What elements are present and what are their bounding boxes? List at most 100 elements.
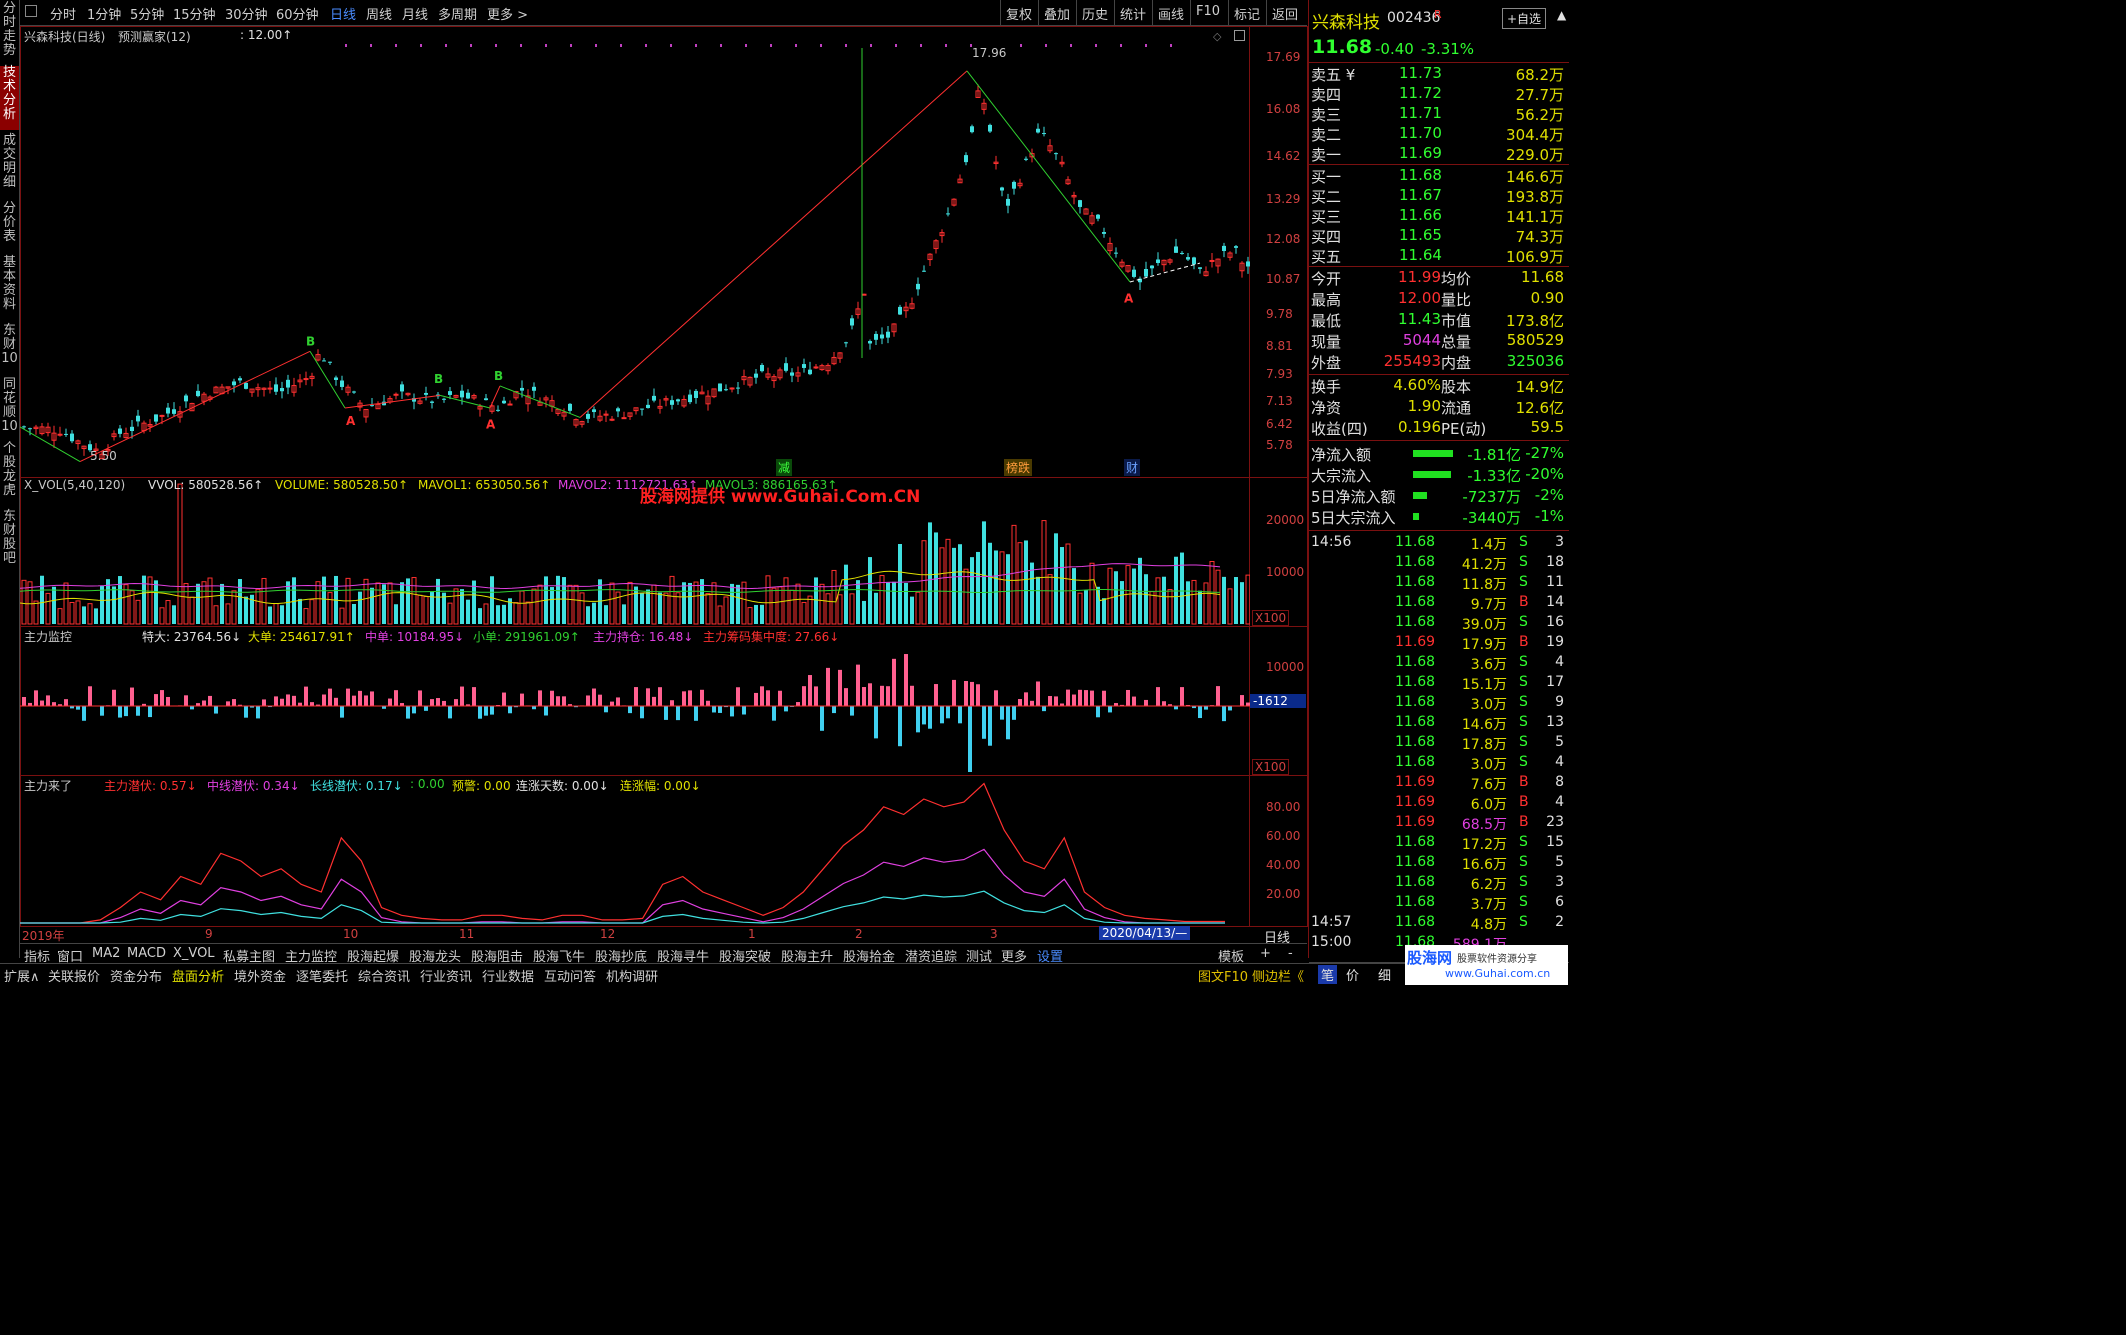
volume-bar bbox=[970, 557, 974, 624]
tab-trade-detail[interactable]: 成交明细 bbox=[0, 134, 19, 198]
volume-bar bbox=[682, 582, 686, 624]
tab-price-table[interactable]: 分价表 bbox=[0, 202, 19, 252]
tab-intraday[interactable]: 分时走势 bbox=[0, 2, 19, 62]
stat-label: 现量 bbox=[1311, 333, 1342, 351]
tab-ma2[interactable]: MA2 bbox=[92, 946, 120, 961]
ask-volume: 56.2万 bbox=[1515, 106, 1564, 124]
layout-icon[interactable] bbox=[25, 5, 37, 17]
mf-bar bbox=[1204, 706, 1208, 710]
period-more[interactable]: 更多 > bbox=[487, 4, 528, 23]
volume-bar bbox=[201, 581, 207, 625]
industry-news-tab[interactable]: 行业资讯 bbox=[420, 966, 472, 985]
mf-bar bbox=[1012, 706, 1016, 720]
candle-body bbox=[790, 372, 794, 376]
volume-bar bbox=[723, 596, 729, 625]
period-weekly[interactable]: 周线 bbox=[366, 4, 392, 23]
ask-row[interactable]: 卖一 11.69 229.0万 bbox=[1309, 144, 1569, 164]
stats-button[interactable]: 统计 bbox=[1114, 0, 1151, 26]
period-daily[interactable]: 日线 bbox=[330, 4, 356, 23]
overlay-button[interactable]: 叠加 bbox=[1038, 0, 1075, 26]
back-button[interactable]: 返回 bbox=[1266, 0, 1303, 26]
tick-row: 11.68 11.8万 S 11 bbox=[1309, 574, 1569, 594]
tab-technical[interactable]: 技术分析 bbox=[0, 66, 19, 130]
bid-row[interactable]: 买二 11.67 193.8万 bbox=[1309, 186, 1569, 206]
bid-row[interactable]: 买三 11.66 141.1万 bbox=[1309, 206, 1569, 226]
volume-bar bbox=[375, 582, 381, 625]
period-fenshi[interactable]: 分时 bbox=[50, 4, 76, 23]
tick-side: S bbox=[1519, 654, 1528, 670]
period-multi[interactable]: 多周期 bbox=[438, 4, 477, 23]
tick-count: 14 bbox=[1546, 594, 1564, 610]
price-tab[interactable]: 价 bbox=[1346, 965, 1359, 984]
related-quote-tab[interactable]: 关联报价 bbox=[48, 966, 100, 985]
fuquan-button[interactable]: 复权 bbox=[1000, 0, 1037, 26]
remove-button[interactable]: - bbox=[1288, 946, 1293, 961]
ask-row[interactable]: 卖五 ¥ 11.73 68.2万 bbox=[1309, 64, 1569, 84]
volume-bar bbox=[268, 606, 272, 624]
period-15min[interactable]: 15分钟 bbox=[173, 4, 216, 23]
mf-bar bbox=[796, 702, 800, 706]
tab-dragon-tiger[interactable]: 个股龙虎 bbox=[0, 442, 19, 506]
candle-body bbox=[70, 433, 74, 442]
institution-tab[interactable]: 机构调研 bbox=[606, 966, 658, 985]
history-button[interactable]: 历史 bbox=[1076, 0, 1113, 26]
tab-ths10[interactable]: 同花顺10 bbox=[0, 378, 19, 438]
bid-row[interactable]: 买一 11.68 146.6万 bbox=[1309, 166, 1569, 186]
detail-tab[interactable]: 细 bbox=[1378, 965, 1391, 984]
bid-level: 买四 bbox=[1311, 228, 1342, 246]
candle-body bbox=[718, 383, 722, 392]
tick-row: 11.69 6.0万 B 4 bbox=[1309, 794, 1569, 814]
event-billboard-label[interactable]: 榜跌 bbox=[1004, 459, 1033, 476]
tab-eastmoney10[interactable]: 东财10 bbox=[0, 324, 19, 374]
f10-button[interactable]: F10 bbox=[1190, 0, 1225, 26]
mf-bar bbox=[1126, 689, 1130, 706]
market-analysis-tab[interactable]: 盘面分析 bbox=[172, 966, 224, 985]
period-60min[interactable]: 60分钟 bbox=[276, 4, 319, 23]
industry-data-tab[interactable]: 行业数据 bbox=[482, 966, 534, 985]
period-1min[interactable]: 1分钟 bbox=[87, 4, 121, 23]
event-finance-label[interactable]: 财 bbox=[1124, 459, 1141, 476]
f10-text-tab[interactable]: 图文F10 bbox=[1198, 966, 1248, 985]
lai-indicator-name[interactable]: 主力来了 bbox=[24, 777, 72, 794]
mf-bar bbox=[772, 706, 776, 721]
main-force-indicator-name[interactable]: 主力监控 bbox=[24, 628, 72, 645]
sidebar-toggle[interactable]: 侧边栏《 bbox=[1252, 966, 1304, 985]
tick-tab[interactable]: 笔 bbox=[1318, 965, 1338, 984]
tab-basic-info[interactable]: 基本资料 bbox=[0, 256, 19, 320]
mf-bar bbox=[1000, 706, 1004, 720]
mf-bar bbox=[292, 695, 296, 706]
mark-button[interactable]: 标记 bbox=[1228, 0, 1265, 26]
stat-value: 580529 bbox=[1506, 331, 1564, 349]
fund-distribution-tab[interactable]: 资金分布 bbox=[110, 966, 162, 985]
ask-row[interactable]: 卖四 11.72 27.7万 bbox=[1309, 84, 1569, 104]
qa-tab[interactable]: 互动问答 bbox=[544, 966, 596, 985]
mf-bar bbox=[214, 706, 218, 714]
ask-row[interactable]: 卖二 11.70 304.4万 bbox=[1309, 124, 1569, 144]
period-5min[interactable]: 5分钟 bbox=[130, 4, 164, 23]
news-tab[interactable]: 综合资讯 bbox=[358, 966, 410, 985]
tab-macd[interactable]: MACD bbox=[127, 946, 166, 961]
tick-price: 11.68 bbox=[1395, 754, 1436, 770]
volume-bar bbox=[646, 589, 650, 624]
mf-bar bbox=[1222, 706, 1226, 722]
tab-guba[interactable]: 东财股吧 bbox=[0, 510, 19, 574]
collapse-icon[interactable]: ▲ bbox=[1557, 8, 1566, 22]
period-monthly[interactable]: 月线 bbox=[402, 4, 428, 23]
add-button[interactable]: + bbox=[1260, 946, 1271, 961]
signal-dot bbox=[770, 44, 772, 47]
ask-row[interactable]: 卖三 11.71 56.2万 bbox=[1309, 104, 1569, 124]
mf-axis-label: 10000 bbox=[1266, 660, 1305, 674]
expand-button[interactable]: 扩展∧ bbox=[4, 966, 40, 985]
bid-row[interactable]: 买五 11.64 106.9万 bbox=[1309, 246, 1569, 266]
period-30min[interactable]: 30分钟 bbox=[225, 4, 268, 23]
volume-bar bbox=[868, 557, 872, 624]
tab-xvol[interactable]: X_VOL bbox=[173, 946, 215, 961]
order-by-order-tab[interactable]: 逐笔委托 bbox=[296, 966, 348, 985]
indicator-tab-bar: 指标 窗口 MA2 MACD X_VOL 私募主图 主力监控 股海起爆 股海龙头… bbox=[20, 943, 1307, 965]
add-favorite-button[interactable]: +自选 bbox=[1502, 8, 1547, 29]
foreign-fund-tab[interactable]: 境外资金 bbox=[234, 966, 286, 985]
bid-row[interactable]: 买四 11.65 74.3万 bbox=[1309, 226, 1569, 246]
event-reduce-label[interactable]: 减 bbox=[776, 459, 793, 476]
vol-indicator-name[interactable]: X_VOL(5,40,120) bbox=[24, 478, 125, 492]
draw-button[interactable]: 画线 bbox=[1152, 0, 1189, 26]
